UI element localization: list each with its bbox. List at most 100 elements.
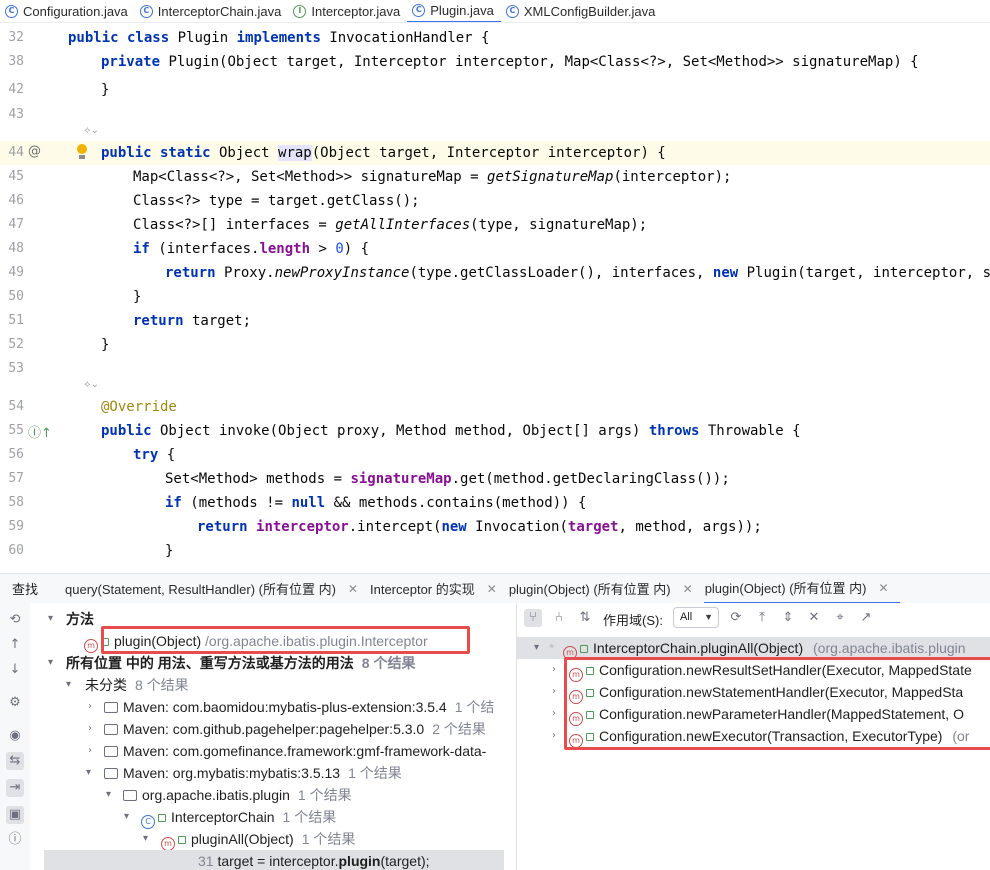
chevron-right-icon[interactable]: › <box>552 703 556 725</box>
base-method-icon[interactable]: ⤒ <box>753 609 771 627</box>
editor-tab-bar: C Configuration.java C InterceptorChain.… <box>0 0 990 23</box>
close-icon[interactable]: ✕ <box>348 582 358 596</box>
hierarchy-caller[interactable]: › m Configuration.newStatementHandler(Exe… <box>517 681 990 704</box>
author-hint-icon[interactable]: ⟡⌄ <box>84 125 99 136</box>
find-tab-active[interactable]: plugin(Object) (所有位置 内) ✕ <box>703 574 900 603</box>
code-line[interactable]: 55 Ⓘ↑ public Object invoke(Object proxy,… <box>0 419 990 443</box>
chevron-right-icon[interactable]: › <box>88 696 92 718</box>
line-number: 45 <box>8 169 24 184</box>
code-line[interactable]: 47 Class<?>[] interfaces = getAllInterfa… <box>0 213 990 237</box>
hierarchy-caller[interactable]: › m Configuration.newParameterHandler(Map… <box>517 703 990 726</box>
chevron-down-icon[interactable]: ▾ <box>534 637 539 659</box>
override-at-icon[interactable]: @ <box>28 144 41 159</box>
method-icon: m <box>161 837 175 851</box>
close-icon[interactable]: ✕ <box>683 582 693 596</box>
chevron-down-icon[interactable]: ▾ <box>86 762 91 784</box>
lightbulb-icon[interactable] <box>76 144 88 160</box>
code-line-current[interactable]: 44 @ public static Object wrap(Object ta… <box>0 141 990 165</box>
previous-occurrence-icon[interactable]: ↑ <box>6 636 24 654</box>
code-line[interactable]: 42 } <box>0 78 990 102</box>
code-line[interactable]: 59 return interceptor.intercept(new Invo… <box>0 515 990 539</box>
chevron-right-icon[interactable]: › <box>88 740 92 762</box>
tree-node-usages[interactable]: ▾ 所有位置 中的 用法、重写方法或基方法的用法 8 个结果 <box>30 652 516 674</box>
find-tab[interactable]: plugin(Object) (所有位置 内) ✕ <box>508 574 704 603</box>
collapse-all-icon[interactable]: ✕ <box>805 609 823 627</box>
code-line[interactable]: 45 Map<Class<?>, Set<Method>> signatureM… <box>0 165 990 189</box>
callee-hierarchy-icon[interactable]: ⑃ <box>550 609 568 627</box>
tree-node-maven[interactable]: ▾ Maven: org.mybatis:mybatis:3.5.13 1 个结果 <box>30 762 516 784</box>
code-line[interactable]: 60 } <box>0 539 990 563</box>
chevron-down-icon[interactable]: ▾ <box>106 784 111 806</box>
tab-plugin-java[interactable]: C Plugin.java <box>407 0 501 22</box>
code-text: private Plugin(Object target, Intercepto… <box>101 54 919 70</box>
group-by-usage-type-icon[interactable]: ⇆ <box>6 752 24 770</box>
merge-icon[interactable]: ⇥ <box>6 779 24 797</box>
info-icon[interactable]: ⓘ <box>6 831 24 849</box>
code-line[interactable]: 50 } <box>0 285 990 309</box>
preview-eye-icon[interactable]: ◉ <box>6 727 24 745</box>
pin-icon[interactable]: ⌖ <box>831 609 849 627</box>
usages-tree[interactable]: ▾ 方法 m plugin(Object) /org.apache.ibatis.… <box>30 603 516 870</box>
tree-node-usage-selected[interactable]: 31 target = interceptor.plugin(target); <box>44 850 504 870</box>
tree-node-maven[interactable]: › Maven: com.github.pagehelper:pagehelpe… <box>30 718 516 740</box>
library-icon <box>104 724 118 735</box>
code-line[interactable]: 46 Class<?> type = target.getClass(); <box>0 189 990 213</box>
code-line[interactable]: 32 public class Plugin implements Invoca… <box>0 26 990 50</box>
tree-node-target-method[interactable]: m plugin(Object) /org.apache.ibatis.plugi… <box>30 630 516 653</box>
tab-interceptor-java[interactable]: I Interceptor.java <box>288 0 407 22</box>
find-tab[interactable]: Interceptor 的实现 ✕ <box>369 574 508 603</box>
hierarchy-caller[interactable]: › m Configuration.newExecutor(Transaction… <box>517 725 990 748</box>
code-line[interactable]: 56 try { <box>0 443 990 467</box>
close-icon[interactable]: ✕ <box>879 581 889 595</box>
class-icon: C <box>5 4 18 18</box>
tree-node-methods[interactable]: ▾ 方法 <box>30 608 516 630</box>
code-line[interactable]: 38 private Plugin(Object target, Interce… <box>0 50 990 74</box>
export-icon[interactable]: ↗ <box>857 609 875 627</box>
tab-xmlconfigbuilder-java[interactable]: C XMLConfigBuilder.java <box>501 0 663 22</box>
chevron-down-icon[interactable]: ▾ <box>48 608 53 630</box>
code-line[interactable]: 48 if (interfaces.length > 0) { <box>0 237 990 261</box>
chevron-right-icon[interactable]: › <box>552 681 556 703</box>
next-occurrence-icon[interactable]: ↓ <box>6 661 24 679</box>
sort-alphabetically-icon[interactable]: ⇅ <box>576 609 594 627</box>
find-tab[interactable]: query(Statement, ResultHandler) (所有位置 内)… <box>64 574 369 603</box>
code-line[interactable]: 49 return Proxy.newProxyInstance(type.ge… <box>0 261 990 285</box>
hierarchy-caller[interactable]: › m Configuration.newResultSetHandler(Exe… <box>517 659 990 682</box>
expand-all-icon[interactable]: ⇕ <box>779 609 797 627</box>
settings-icon[interactable]: ⚙ <box>6 694 24 712</box>
chevron-down-icon[interactable]: ▾ <box>48 652 53 674</box>
tree-node-maven[interactable]: › Maven: com.gomefinance.framework:gmf-f… <box>30 740 516 762</box>
caller-hierarchy-icon[interactable]: ⑂ <box>524 609 542 627</box>
line-number: 50 <box>8 289 24 304</box>
tab-interceptorchain-java[interactable]: C InterceptorChain.java <box>135 0 289 22</box>
tree-node-method[interactable]: ▾ m pluginAll(Object) 1 个结果 <box>30 828 516 851</box>
tree-node-maven[interactable]: › Maven: com.baomidou:mybatis-plus-exten… <box>30 696 516 718</box>
hierarchy-root[interactable]: ▾ * m InterceptorChain.pluginAll(Object) … <box>517 637 990 660</box>
tab-configuration-java[interactable]: C Configuration.java <box>0 0 135 22</box>
chevron-down-icon[interactable]: ▾ <box>66 674 71 696</box>
chevron-right-icon[interactable]: › <box>88 718 92 740</box>
code-line[interactable]: 54 @Override <box>0 395 990 419</box>
code-line[interactable]: 51 return target; <box>0 309 990 333</box>
tab-label: InterceptorChain.java <box>157 3 282 19</box>
group-by-module-icon[interactable]: ▣ <box>6 806 24 824</box>
scope-select[interactable]: All ▼ <box>673 607 719 628</box>
rerun-icon[interactable]: ⟲ <box>6 611 24 629</box>
call-hierarchy-tree[interactable]: ▾ * m InterceptorChain.pluginAll(Object) … <box>517 633 990 870</box>
interface-icon: I <box>293 4 307 18</box>
chevron-down-icon[interactable]: ▾ <box>124 806 129 828</box>
tree-node-class[interactable]: ▾ C InterceptorChain 1 个结果 <box>30 806 516 829</box>
code-line[interactable]: 58 if (methods != null && methods.contai… <box>0 491 990 515</box>
author-hint-icon[interactable]: ⟡⌄ <box>84 379 99 390</box>
code-line[interactable]: 57 Set<Method> methods = signatureMap.ge… <box>0 467 990 491</box>
refresh-icon[interactable]: ⟳ <box>727 609 745 627</box>
chevron-down-icon[interactable]: ▾ <box>143 828 148 850</box>
code-line[interactable]: 52 } <box>0 333 990 357</box>
chevron-right-icon[interactable]: › <box>552 659 556 681</box>
close-icon[interactable]: ✕ <box>487 582 497 596</box>
implements-method-icon[interactable]: Ⓘ↑ <box>28 422 52 441</box>
code-editor[interactable]: 32 public class Plugin implements Invoca… <box>0 23 990 573</box>
chevron-right-icon[interactable]: › <box>552 725 556 747</box>
tree-node-uncategorized[interactable]: ▾ 未分类 8 个结果 <box>30 674 516 696</box>
tree-node-package[interactable]: ▾ org.apache.ibatis.plugin 1 个结果 <box>30 784 516 806</box>
